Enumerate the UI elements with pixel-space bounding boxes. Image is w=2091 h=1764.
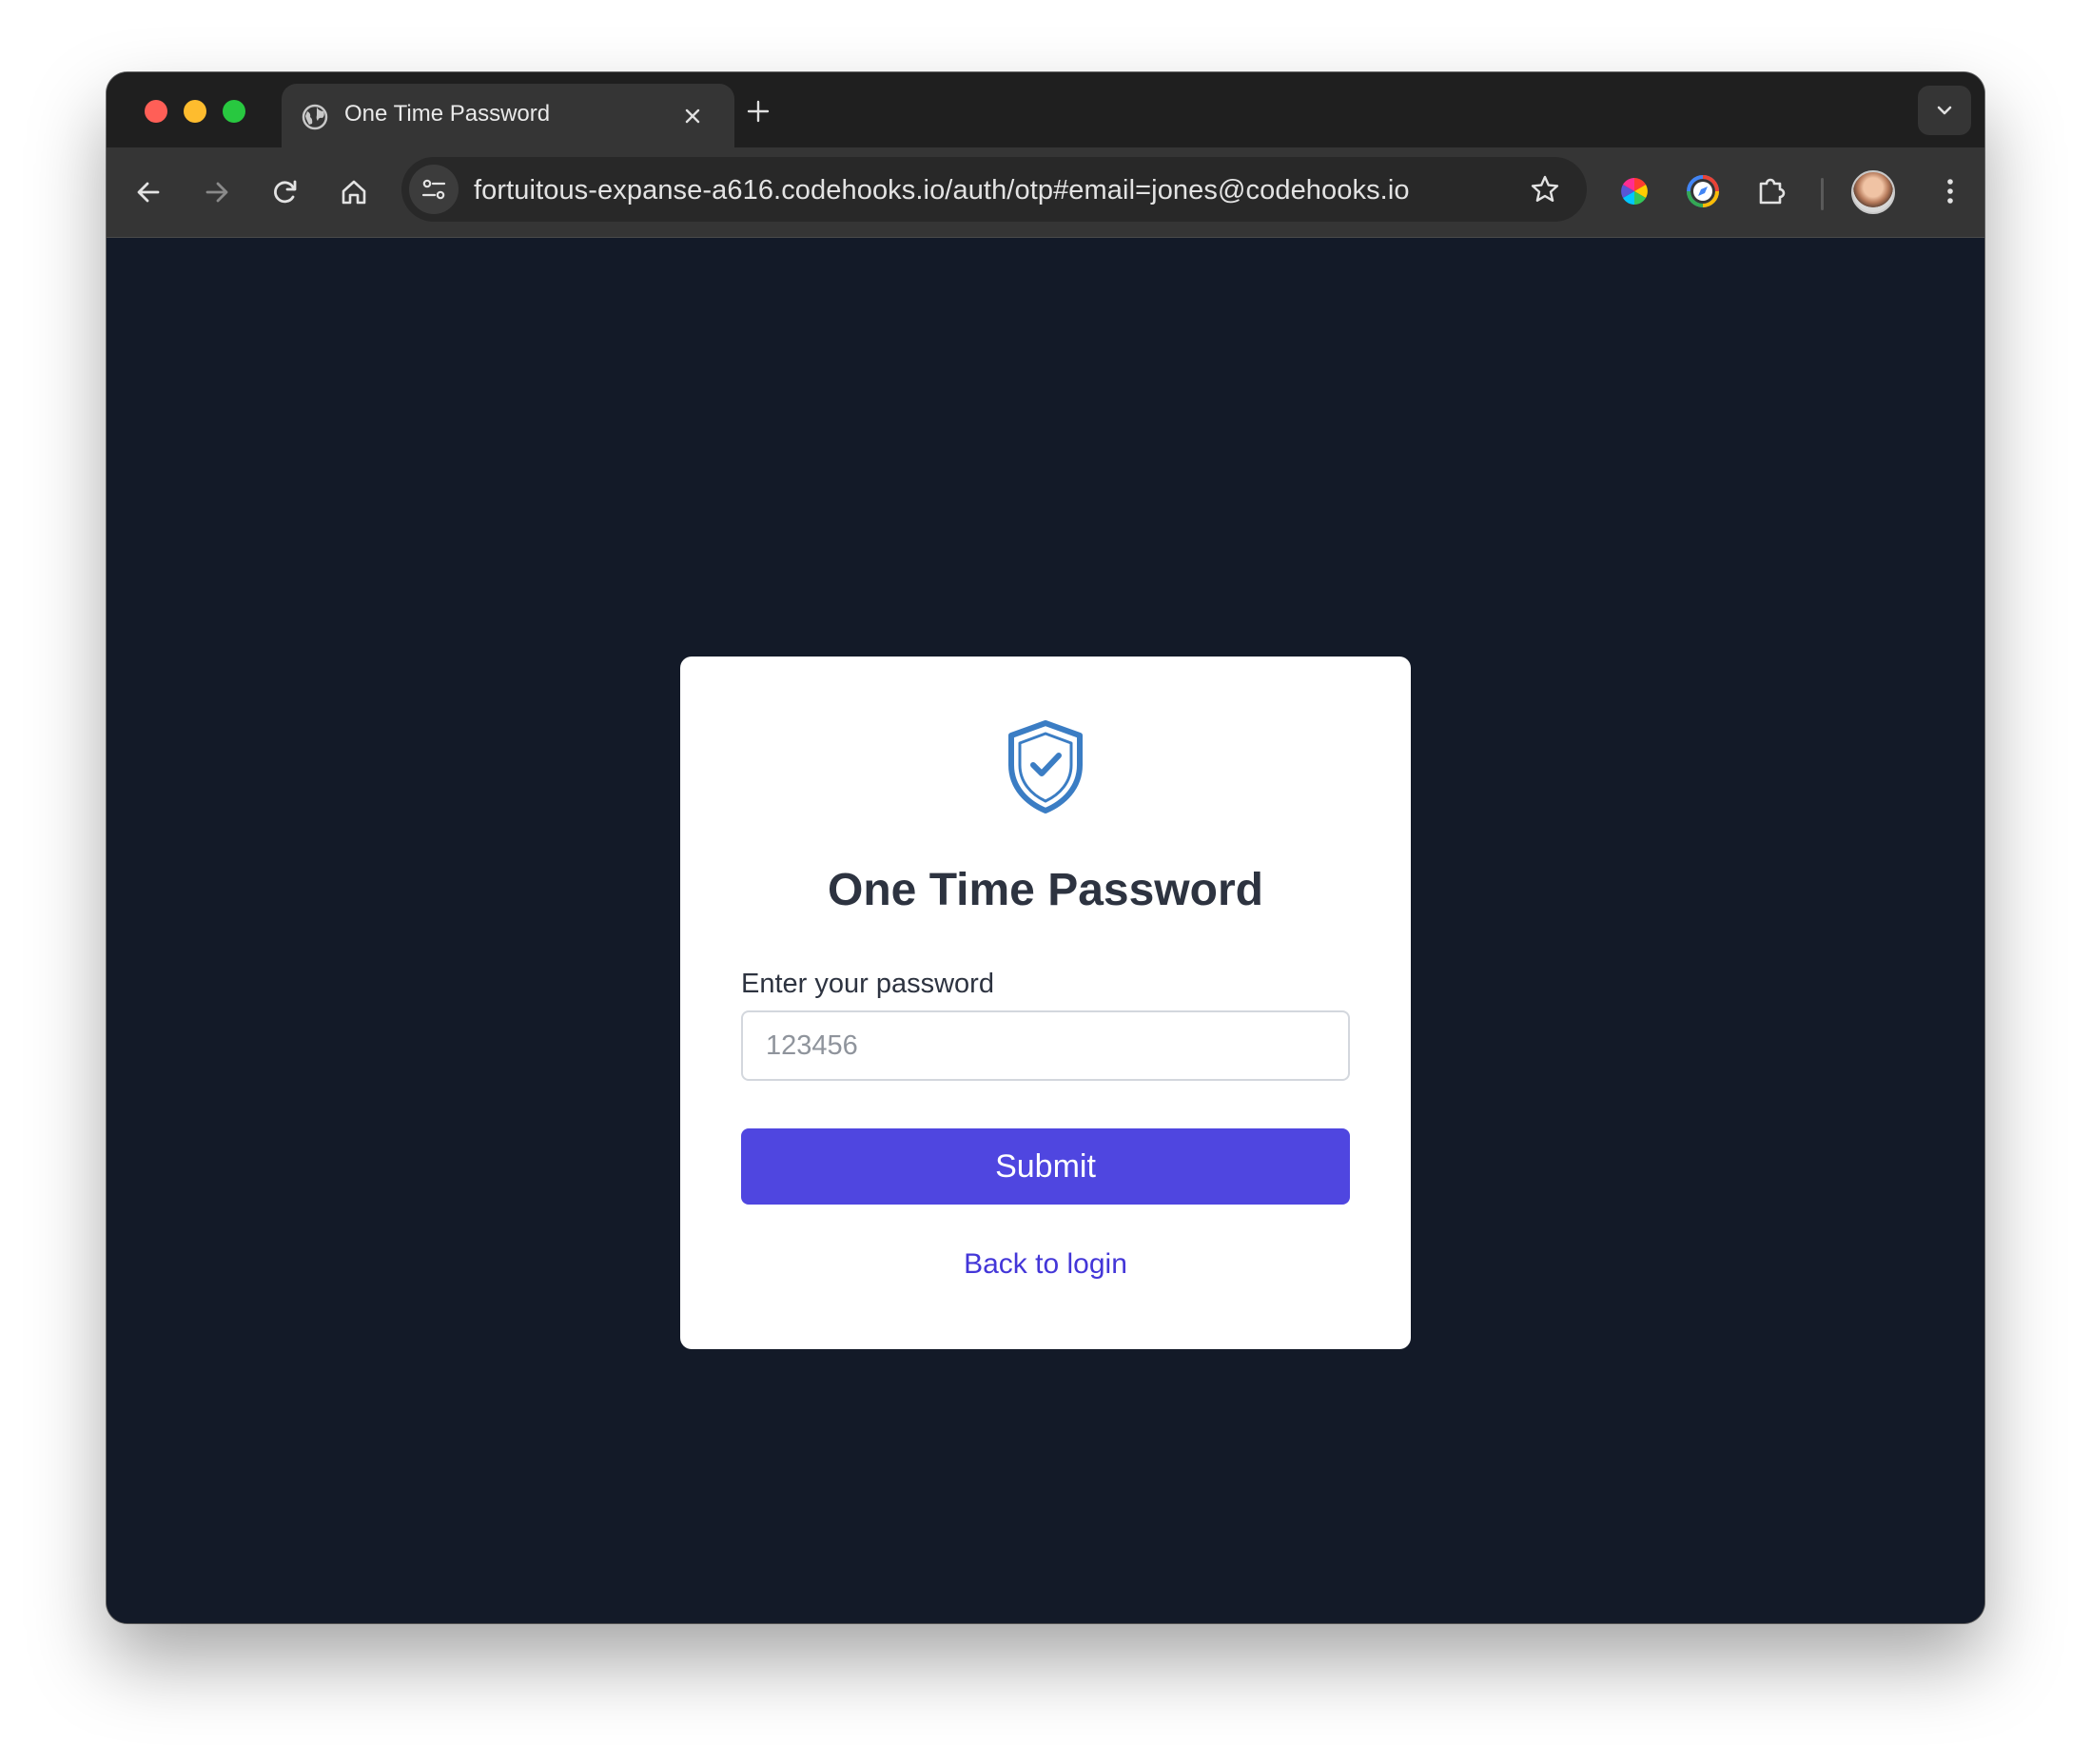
compass-extension-icon[interactable] [1682, 170, 1724, 212]
bookmark-star-icon[interactable] [1528, 172, 1562, 206]
otp-card: One Time Password Enter your password Su… [680, 657, 1411, 1349]
reload-icon[interactable] [266, 173, 304, 211]
tab-title: One Time Password [344, 101, 551, 127]
color-wheel-extension-icon[interactable] [1613, 170, 1655, 212]
maximize-window-button[interactable] [223, 100, 245, 123]
close-window-button[interactable] [145, 100, 167, 123]
password-label: Enter your password [741, 969, 994, 999]
tab-search-button[interactable] [1918, 86, 1971, 135]
active-tab[interactable]: One Time Password [282, 84, 734, 147]
back-to-login-link[interactable]: Back to login [680, 1248, 1411, 1281]
close-tab-icon[interactable] [681, 105, 704, 127]
globe-icon [302, 104, 328, 130]
page-title: One Time Password [828, 865, 1263, 915]
browser-window: One Time Password fortuitous-expanse-a61… [107, 72, 1984, 1623]
back-arrow-icon[interactable] [129, 173, 167, 211]
shield-check-icon [1008, 720, 1083, 813]
home-icon[interactable] [335, 173, 373, 211]
more-vertical-icon[interactable] [1931, 172, 1969, 210]
profile-avatar[interactable] [1851, 170, 1895, 214]
address-bar[interactable]: fortuitous-expanse-a616.codehooks.io/aut… [401, 157, 1587, 222]
url-text[interactable]: fortuitous-expanse-a616.codehooks.io/aut… [474, 175, 1410, 206]
forward-arrow-icon[interactable] [198, 173, 236, 211]
puzzle-extensions-icon[interactable] [1750, 170, 1792, 212]
browser-toolbar: fortuitous-expanse-a616.codehooks.io/aut… [107, 147, 1984, 238]
toolbar-divider [1821, 178, 1824, 210]
new-tab-icon[interactable] [744, 97, 772, 126]
site-info-button[interactable] [409, 165, 459, 214]
page-viewport: One Time Password Enter your password Su… [107, 238, 1984, 1623]
tab-strip: One Time Password [107, 72, 1984, 147]
minimize-window-button[interactable] [184, 100, 206, 123]
chevron-down-icon [1937, 106, 1952, 115]
otp-input[interactable] [741, 1010, 1350, 1081]
submit-button[interactable]: Submit [741, 1128, 1350, 1205]
tune-icon [421, 179, 446, 200]
